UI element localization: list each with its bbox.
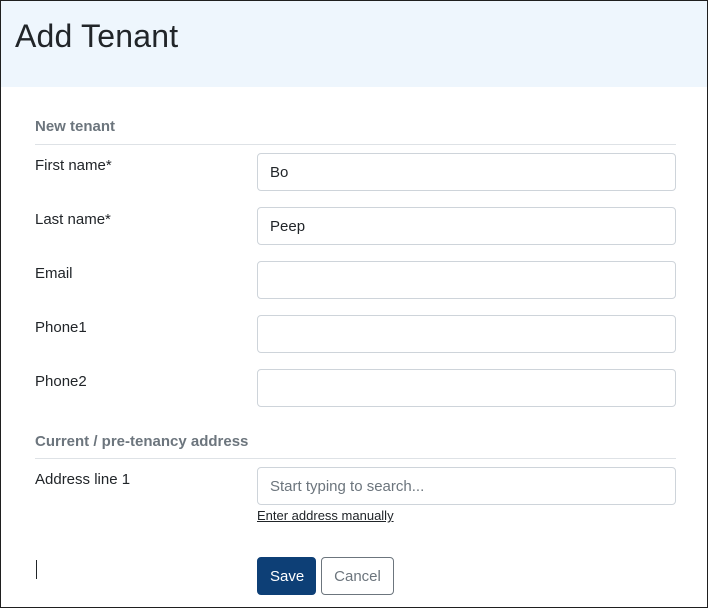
phone1-label: Phone1 xyxy=(35,319,87,336)
enter-address-manually-link[interactable]: Enter address manually xyxy=(257,508,394,523)
email-label: Email xyxy=(35,265,73,282)
text-cursor xyxy=(36,560,37,579)
address-search-input[interactable] xyxy=(257,467,676,505)
address-line1-label: Address line 1 xyxy=(35,471,131,488)
phone1-input[interactable] xyxy=(257,315,676,353)
email-input[interactable] xyxy=(257,261,676,299)
first-name-label: First name* xyxy=(35,157,112,174)
page-title: Add Tenant xyxy=(15,18,179,54)
section-title-address: Current / pre-tenancy address xyxy=(35,433,249,450)
phone2-label: Phone2 xyxy=(35,373,87,390)
last-name-input[interactable] xyxy=(257,207,676,245)
section-divider xyxy=(35,458,676,459)
section-title-new-tenant: New tenant xyxy=(35,118,116,135)
save-button[interactable]: Save xyxy=(257,557,316,595)
app-window: Add Tenant New tenant First name* Last n… xyxy=(0,0,708,608)
phone2-input[interactable] xyxy=(257,369,676,407)
first-name-input[interactable] xyxy=(257,153,676,191)
section-divider xyxy=(35,144,676,145)
page-header: Add Tenant xyxy=(1,1,707,87)
last-name-label: Last name* xyxy=(35,211,111,228)
cancel-button[interactable]: Cancel xyxy=(321,557,394,595)
